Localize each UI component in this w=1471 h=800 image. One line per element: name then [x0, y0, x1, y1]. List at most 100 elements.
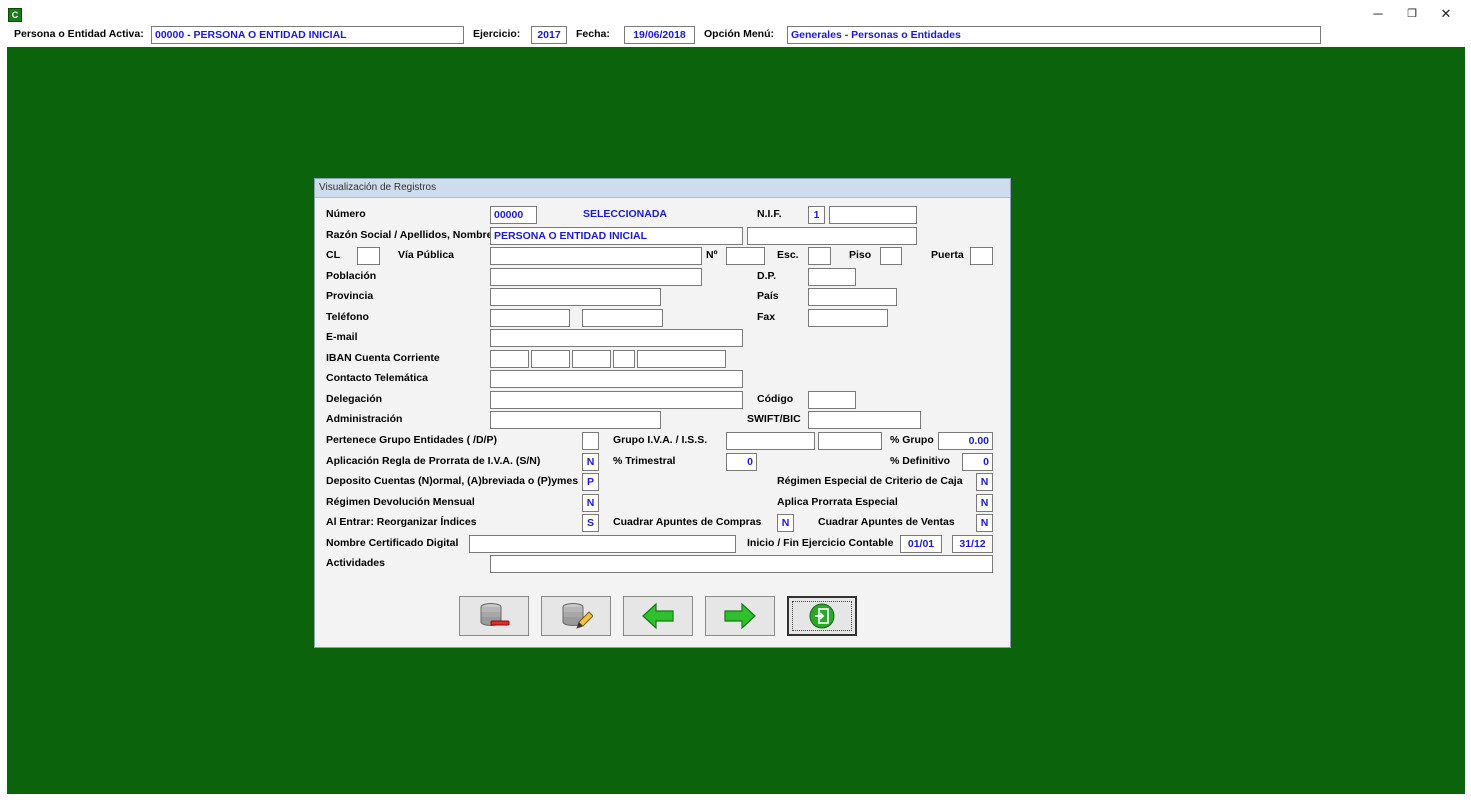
numero-field[interactable]: 00000 [490, 206, 537, 224]
cuadrar-ventas-field[interactable]: N [976, 514, 993, 532]
opcion-field[interactable]: Generales - Personas o Entidades [787, 26, 1321, 44]
seleccionada-status: SELECCIONADA [583, 208, 668, 220]
contacto-label: Contacto Telemática [326, 372, 428, 384]
poblacion-label: Población [326, 270, 377, 282]
dialog-title-bar: Visualización de Registros [315, 179, 1010, 198]
delete-record-button[interactable] [459, 596, 529, 636]
persona-field[interactable]: 00000 - PERSONA O ENTIDAD INICIAL [151, 26, 464, 44]
iban4-field[interactable] [613, 350, 635, 368]
provincia-field[interactable] [490, 288, 661, 306]
codigo-label: Código [757, 393, 794, 405]
piso-field[interactable] [880, 247, 902, 265]
grupo-iva1-field[interactable] [726, 432, 815, 450]
actividades-label: Actividades [326, 557, 385, 569]
cuadrar-compras-label: Cuadrar Apuntes de Compras [613, 516, 762, 528]
telefono1-field[interactable] [490, 309, 570, 327]
persona-label: Persona o Entidad Activa: [14, 28, 144, 40]
swift-field[interactable] [808, 411, 921, 429]
cl-field[interactable] [357, 247, 380, 265]
criterio-caja-field[interactable]: N [976, 473, 993, 491]
email-field[interactable] [490, 329, 743, 347]
trimestral-label: % Trimestral [613, 455, 676, 467]
inicio-field[interactable]: 01/01 [900, 535, 942, 553]
telefono2-field[interactable] [582, 309, 663, 327]
administracion-label: Administración [326, 413, 403, 425]
edit-record-button[interactable] [541, 596, 611, 636]
iban3-field[interactable] [572, 350, 611, 368]
next-record-button[interactable] [705, 596, 775, 636]
database-edit-icon [562, 603, 593, 629]
puerta-label: Puerta [931, 249, 964, 261]
razon2-field[interactable] [747, 227, 917, 245]
opcion-label: Opción Menú: [704, 28, 774, 40]
iban-label: IBAN Cuenta Corriente [326, 352, 440, 364]
dp-label: D.P. [757, 270, 777, 282]
certificado-label: Nombre Certificado Digital [326, 537, 459, 549]
prorrata-label: Aplicación Regla de Prorrata de I.V.A. (… [326, 455, 541, 467]
minimize-button[interactable]: ─ [1368, 6, 1388, 22]
contacto-field[interactable] [490, 370, 743, 388]
via-field[interactable] [490, 247, 702, 265]
devolucion-label: Régimen Devolución Mensual [326, 496, 475, 508]
swift-label: SWIFT/BIC [747, 413, 801, 425]
cl-label: CL [326, 249, 340, 261]
numero-via-field[interactable] [726, 247, 765, 265]
grupo-entidades-label: Pertenece Grupo Entidades ( /D/P) [326, 434, 497, 446]
prorrata-field[interactable]: N [582, 453, 599, 471]
exit-button[interactable] [787, 596, 857, 636]
definitivo-field[interactable]: 0 [962, 453, 993, 471]
previous-record-button[interactable] [623, 596, 693, 636]
fax-label: Fax [757, 311, 776, 323]
esc-field[interactable] [808, 247, 831, 265]
iban5-field[interactable] [637, 350, 726, 368]
razon-label: Razón Social / Apellidos, Nombre [326, 229, 493, 241]
nif-type-field[interactable]: 1 [808, 206, 825, 224]
fin-field[interactable]: 31/12 [952, 535, 993, 553]
arrow-right-icon [724, 602, 756, 630]
numero-label: Número [326, 208, 366, 220]
delegacion-label: Delegación [326, 393, 383, 405]
exit-icon [809, 603, 835, 629]
poblacion-field[interactable] [490, 268, 702, 286]
esc-label: Esc. [777, 249, 799, 261]
ejercicio-field[interactable]: 2017 [531, 26, 567, 44]
prorrata-especial-field[interactable]: N [976, 494, 993, 512]
fecha-field[interactable]: 19/06/2018 [624, 26, 695, 44]
database-delete-icon [480, 603, 510, 626]
certificado-field[interactable] [469, 535, 736, 553]
fax-field[interactable] [808, 309, 888, 327]
close-button[interactable]: ✕ [1436, 6, 1456, 22]
grupo-entidades-field[interactable] [582, 432, 599, 450]
grupo-iva-label: Grupo I.V.A. / I.S.S. [613, 434, 708, 446]
puerta-field[interactable] [970, 247, 993, 265]
prorrata-especial-label: Aplica Prorrata Especial [777, 496, 898, 508]
numero-via-label: Nº [706, 249, 718, 261]
deposito-label: Deposito Cuentas (N)ormal, (A)breviada o… [326, 475, 579, 487]
inicio-fin-label: Inicio / Fin Ejercicio Contable [747, 537, 894, 549]
restore-button[interactable]: ❐ [1402, 6, 1422, 22]
actividades-field[interactable] [490, 555, 993, 573]
trimestral-field[interactable]: 0 [726, 453, 757, 471]
nif-label: N.I.F. [757, 208, 782, 220]
pct-grupo-field[interactable]: 0.00 [938, 432, 993, 450]
reorganizar-label: Al Entrar: Reorganizar Índices [326, 516, 477, 528]
dp-field[interactable] [808, 268, 856, 286]
dialog-title: Visualización de Registros [319, 182, 437, 193]
razon-field[interactable]: PERSONA O ENTIDAD INICIAL [490, 227, 743, 245]
app-icon-letter: C [11, 10, 19, 20]
devolucion-field[interactable]: N [582, 494, 599, 512]
iban1-field[interactable] [490, 350, 529, 368]
deposito-field[interactable]: P [582, 473, 599, 491]
delegacion-field[interactable] [490, 391, 743, 409]
piso-label: Piso [849, 249, 872, 261]
administracion-field[interactable] [490, 411, 661, 429]
pais-field[interactable] [808, 288, 897, 306]
pct-grupo-label: % Grupo [890, 434, 934, 446]
arrow-left-icon [642, 602, 674, 630]
nif-field[interactable] [829, 206, 917, 224]
iban2-field[interactable] [531, 350, 570, 368]
codigo-field[interactable] [808, 391, 856, 409]
grupo-iva2-field[interactable] [818, 432, 882, 450]
cuadrar-compras-field[interactable]: N [777, 514, 794, 532]
reorganizar-field[interactable]: S [582, 514, 599, 532]
